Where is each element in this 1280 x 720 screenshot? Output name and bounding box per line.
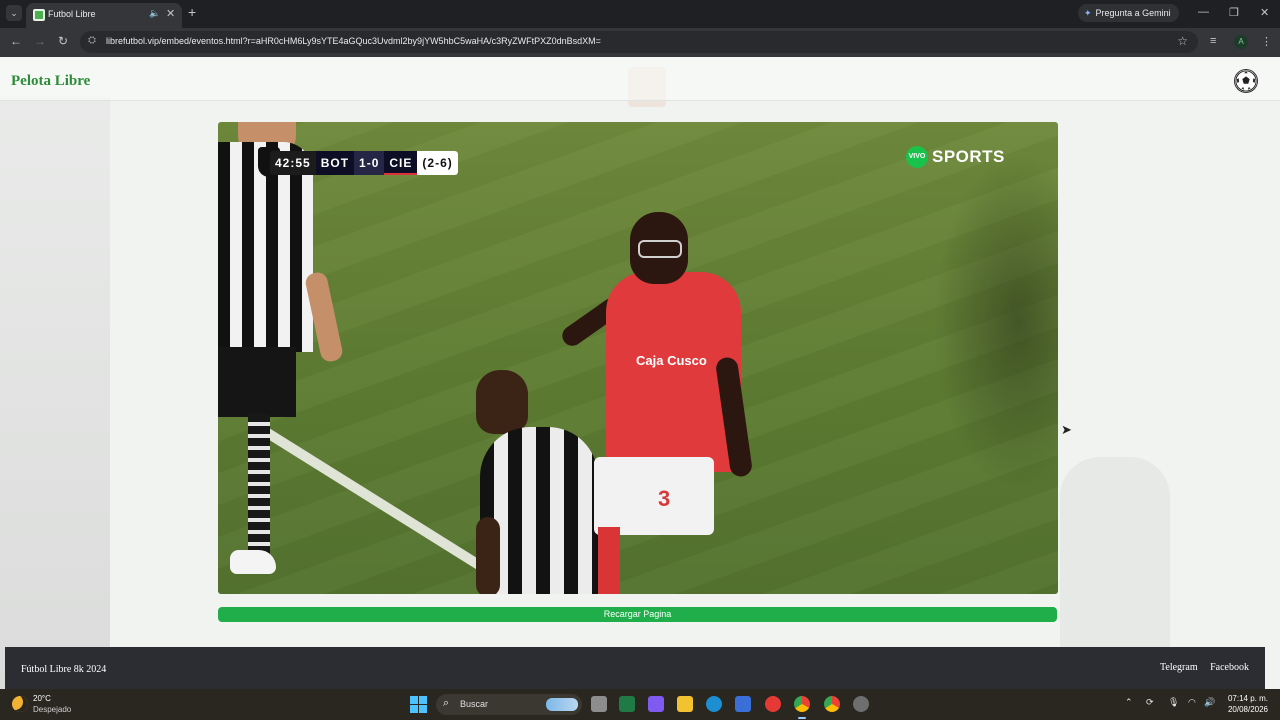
search-placeholder: Buscar [460, 699, 489, 709]
browser-tab-strip: ⌄ Futbol Libre 🔈 ✕ + ✦ Pregunta a Gemini … [0, 0, 1280, 28]
footer-copyright: Fútbol Libre 8k 2024 [21, 664, 107, 675]
excel-icon[interactable] [619, 696, 635, 712]
live-badge: VIVO [906, 146, 928, 168]
site-brand[interactable]: Pelota Libre [11, 73, 90, 90]
volume-icon[interactable]: 🔊 [1204, 697, 1215, 708]
home-team-code: BOT [315, 151, 355, 175]
edge-icon[interactable] [706, 696, 722, 712]
back-arrow-icon[interactable]: ← [10, 34, 22, 48]
video-player[interactable]: Caja Cusco 3 42:55 BOT 1-0 CIE (2-6) VIV… [218, 122, 1058, 594]
copilot-icon[interactable] [648, 696, 664, 712]
windows-taskbar: 20°C Despejado ⌕ Buscar ⌃ ⟳ 🎙 ◠ 🔊 07:14 … [0, 689, 1280, 720]
match-clock: 42:55 [270, 151, 316, 175]
search-highlight-image [546, 698, 578, 711]
face-mask [638, 240, 682, 258]
moon-weather-icon[interactable] [12, 696, 28, 712]
bookmark-star-icon[interactable]: ☆ [1177, 34, 1188, 48]
gemini-label: Pregunta a Gemini [1095, 8, 1171, 18]
match-score: 1-0 [354, 151, 385, 175]
close-window-button[interactable]: ✕ [1260, 6, 1269, 19]
wifi-icon[interactable]: ◠ [1188, 697, 1196, 708]
windows-start-icon[interactable] [410, 696, 427, 713]
mouse-cursor-icon: ➤ [1061, 422, 1072, 437]
forward-arrow-icon[interactable]: → [34, 34, 46, 48]
weather-temperature[interactable]: 20°C [33, 694, 51, 703]
browser-menu-icon[interactable]: ⋮ [1261, 35, 1272, 48]
player-left-striped-kit [218, 122, 345, 594]
clock-date[interactable]: 20/08/2026 [1222, 705, 1268, 714]
clock-time[interactable]: 07:14 p. m. [1226, 694, 1268, 703]
address-bar[interactable]: ⛭ librefutbol.vip/embed/eventos.html?r=a… [80, 31, 1198, 53]
speaker-icon[interactable]: 🔈 [149, 8, 160, 19]
search-icon: ⌕ [443, 697, 450, 709]
reload-page-button[interactable]: Recargar Pagina [218, 607, 1057, 622]
new-tab-plus-icon[interactable]: + [188, 5, 196, 19]
site-info-icon[interactable]: ⛭ [88, 35, 96, 46]
ask-gemini-button[interactable]: ✦ Pregunta a Gemini [1078, 4, 1179, 22]
reload-icon[interactable]: ↻ [58, 34, 68, 48]
settings-gear-icon[interactable] [853, 696, 869, 712]
restore-window-button[interactable]: ❐ [1229, 6, 1239, 19]
tab-search-chevron-down-icon[interactable]: ⌄ [6, 5, 22, 21]
close-tab-icon[interactable]: ✕ [166, 7, 175, 20]
footer-link-facebook[interactable]: Facebook [1210, 662, 1249, 673]
active-app-indicator [798, 717, 806, 719]
chrome-profile-icon[interactable] [824, 696, 840, 712]
taskbar-search-box[interactable]: ⌕ Buscar [436, 694, 582, 715]
task-view-icon[interactable] [591, 696, 607, 712]
profile-avatar[interactable]: A [1234, 35, 1248, 49]
broadcaster-logo: VIVO SPORTS [906, 145, 1005, 169]
footer-links: Telegram Facebook [1150, 662, 1249, 673]
chrome-icon[interactable] [794, 696, 810, 712]
scoreboard: 42:55 BOT 1-0 CIE (2-6) [270, 151, 458, 175]
site-favicon-icon [33, 9, 45, 21]
shirt-sponsor: Caja Cusco [636, 353, 707, 368]
sync-icon[interactable]: ⟳ [1146, 697, 1154, 708]
show-hidden-icons-chevron-icon[interactable]: ⌃ [1125, 697, 1133, 708]
away-team-code: CIE [384, 151, 418, 175]
store-icon[interactable] [735, 696, 751, 712]
app-red-icon[interactable] [765, 696, 781, 712]
tab-title: Futbol Libre [48, 9, 96, 19]
page-viewport: Pelota Libre Caja Cusco 3 42:55 BOT 1-0 … [0, 57, 1280, 689]
footer-link-telegram[interactable]: Telegram [1160, 662, 1198, 673]
weather-description[interactable]: Despejado [33, 705, 71, 714]
background-overlay-figure [0, 97, 110, 689]
site-footer: Fútbol Libre 8k 2024 Telegram Facebook [5, 647, 1265, 689]
shorts-number: 3 [658, 486, 671, 511]
soccer-ball-icon[interactable] [1234, 69, 1258, 93]
file-explorer-icon[interactable] [677, 696, 693, 712]
aggregate-score: (2-6) [417, 151, 458, 175]
minimize-window-button[interactable]: — [1198, 6, 1209, 18]
site-header: Pelota Libre [0, 57, 1280, 101]
media-controls-icon[interactable]: ≡ [1210, 35, 1216, 47]
broadcaster-name: SPORTS [932, 147, 1005, 166]
gemini-sparkle-icon: ✦ [1084, 8, 1092, 18]
url-text[interactable]: librefutbol.vip/embed/eventos.html?r=aHR… [106, 36, 601, 46]
microphone-icon[interactable]: 🎙 [1168, 697, 1179, 708]
browser-tab[interactable]: Futbol Libre 🔈 ✕ [26, 3, 182, 28]
browser-toolbar: ← → ↻ ⛭ librefutbol.vip/embed/eventos.ht… [0, 28, 1280, 57]
